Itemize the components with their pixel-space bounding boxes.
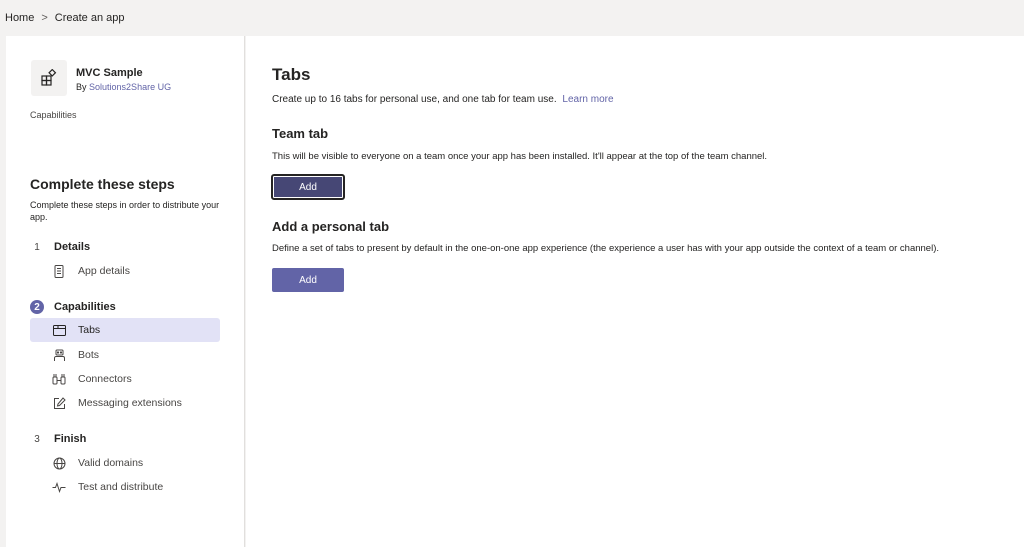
step-number: 1	[34, 241, 40, 253]
app-name: MVC Sample	[76, 67, 143, 79]
bot-icon	[52, 348, 66, 362]
pulse-icon	[52, 480, 66, 494]
apps-icon	[31, 60, 67, 96]
page-description-text: Create up to 16 tabs for personal use, a…	[272, 94, 557, 105]
page-description: Create up to 16 tabs for personal use, a…	[272, 94, 614, 105]
personal-tab-title: Add a personal tab	[272, 219, 390, 234]
sidebar-item-bots[interactable]: Bots	[30, 343, 220, 367]
capabilities-label: Capabilities	[30, 110, 77, 120]
sidebar-item-label: Connectors	[78, 373, 132, 385]
sidebar-item-connectors[interactable]: Connectors	[30, 367, 220, 391]
team-tab-description: This will be visible to everyone on a te…	[272, 151, 768, 162]
tab-icon	[52, 323, 66, 337]
app-publisher: By Solutions2Share UG	[76, 82, 171, 92]
sidebar-item-label: Test and distribute	[78, 481, 164, 493]
sidebar-item-label: Valid domains	[78, 457, 144, 469]
sidebar-item-valid-domains[interactable]: Valid domains	[30, 451, 220, 475]
step-label: Details	[54, 241, 91, 253]
step-capabilities: 2 Capabilities	[30, 300, 116, 314]
publisher-link[interactable]: Solutions2Share UG	[89, 82, 171, 92]
document-icon	[52, 264, 66, 278]
sidebar-item-app-details[interactable]: App details	[30, 259, 220, 283]
sidebar-item-label: App details	[78, 265, 130, 277]
chevron-right-icon: >	[41, 12, 48, 24]
steps-description: Complete these steps in order to distrib…	[30, 200, 220, 222]
app-card: MVC Sample By Solutions2Share UG	[31, 60, 171, 96]
step-label: Capabilities	[54, 301, 116, 313]
step-details: 1 Details	[30, 240, 90, 254]
learn-more-link[interactable]: Learn more	[562, 94, 613, 105]
page-title: Tabs	[272, 65, 311, 84]
add-personal-tab-button[interactable]: Add	[272, 268, 344, 292]
step-finish: 3 Finish	[30, 432, 86, 446]
add-team-tab-button[interactable]: Add	[271, 174, 345, 200]
breadcrumb-current: Create an app	[54, 12, 125, 24]
sidebar-item-messaging-extensions[interactable]: Messaging extensions	[30, 391, 220, 415]
globe-icon	[52, 456, 66, 470]
edit-icon	[52, 396, 66, 410]
by-prefix: By	[76, 82, 87, 92]
step-number: 2	[30, 300, 44, 314]
step-label: Finish	[54, 433, 87, 445]
sidebar: MVC Sample By Solutions2Share UG Capabil…	[6, 36, 245, 547]
sidebar-item-label: Bots	[78, 349, 100, 361]
sidebar-item-label: Tabs	[78, 324, 101, 336]
step-number: 3	[34, 433, 40, 445]
main-content: Tabs Create up to 16 tabs for personal u…	[246, 36, 1024, 547]
connector-icon	[52, 372, 66, 386]
team-tab-title: Team tab	[272, 126, 329, 141]
personal-tab-description: Define a set of tabs to present by defau…	[272, 243, 939, 254]
sidebar-item-tabs[interactable]: Tabs	[30, 318, 220, 342]
breadcrumb-home[interactable]: Home	[5, 12, 34, 24]
sidebar-item-label: Messaging extensions	[78, 397, 182, 409]
breadcrumb: Home > Create an app	[0, 0, 1024, 36]
steps-title: Complete these steps	[30, 176, 175, 192]
sidebar-item-test-and-distribute[interactable]: Test and distribute	[30, 475, 220, 499]
